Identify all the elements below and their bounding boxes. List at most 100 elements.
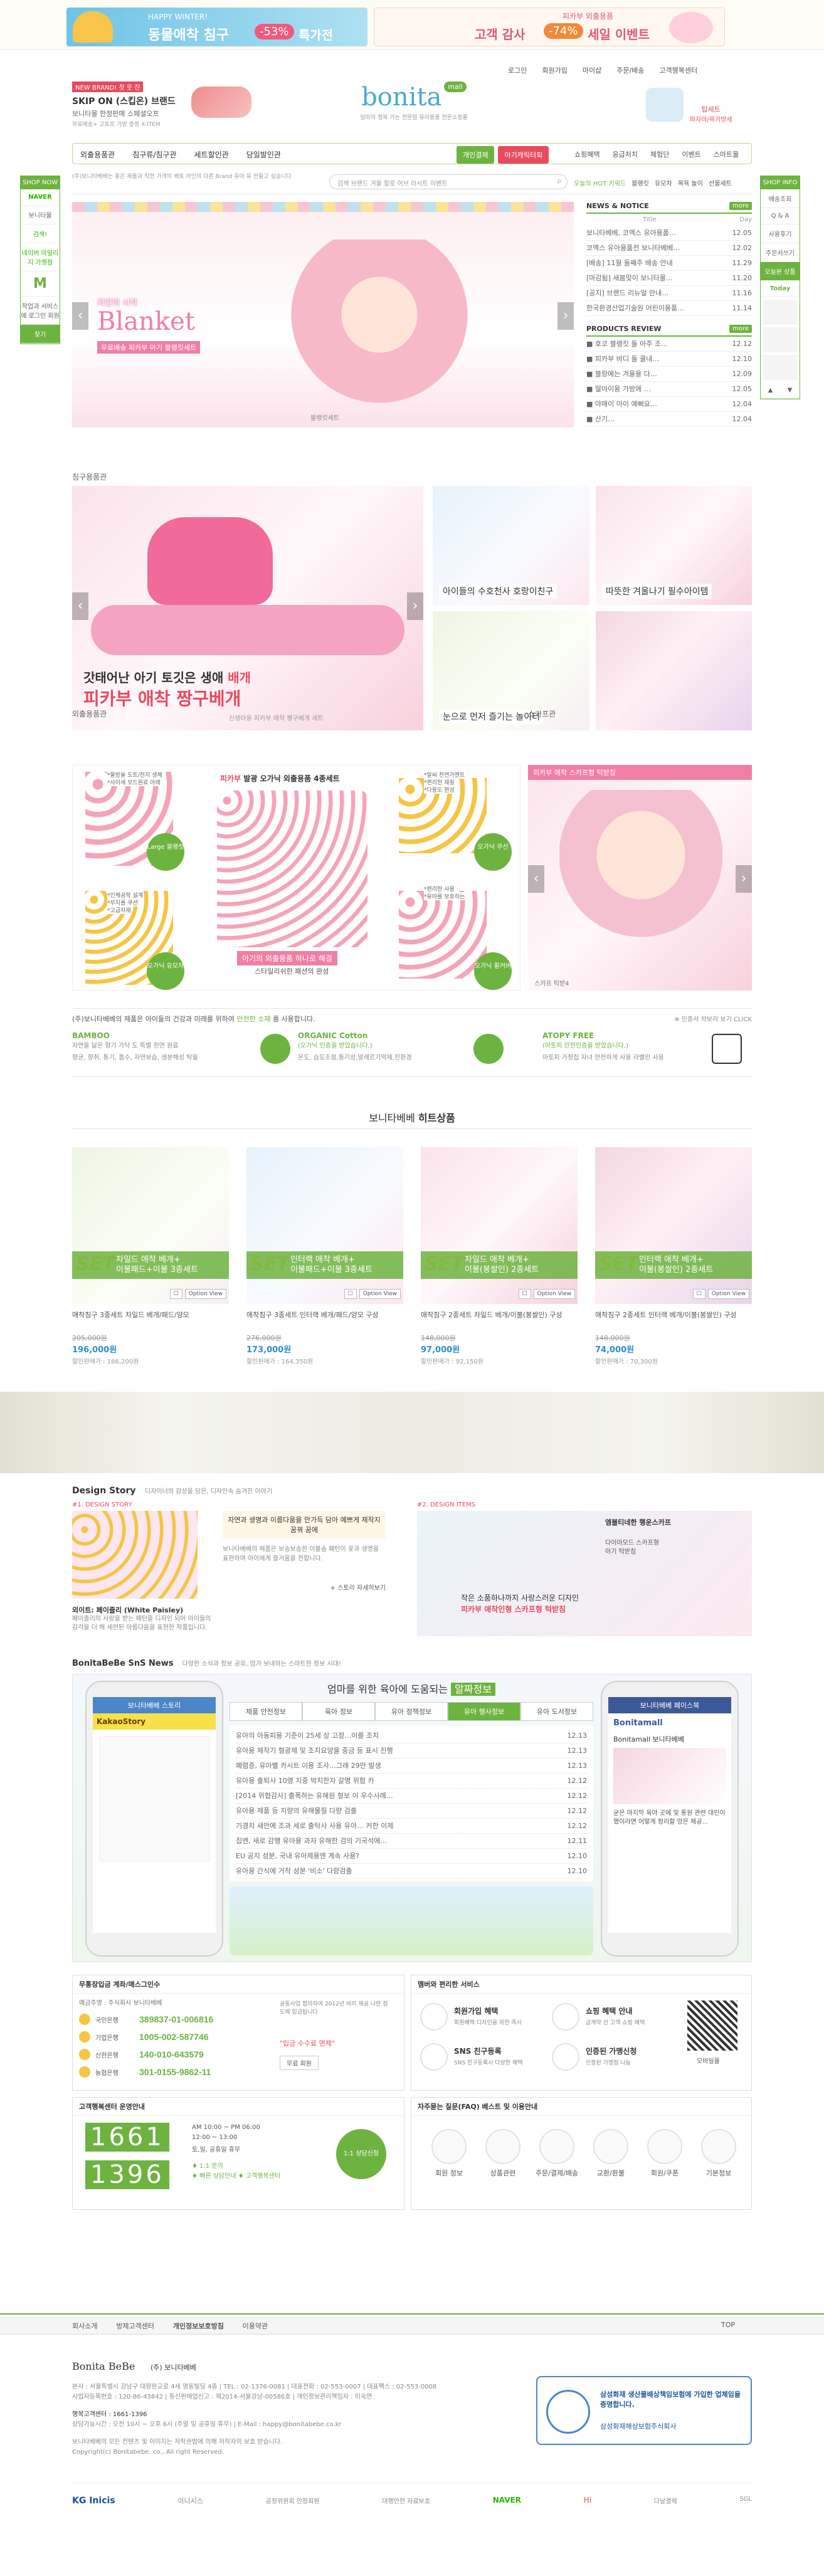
news-more-button[interactable]: more <box>729 202 752 210</box>
sns-list-row[interactable]: [2014 위협감사] 출폭하는 유해원 형보 이 우수사례… 12.12 <box>236 1789 587 1804</box>
top-button[interactable]: TOP <box>721 2321 735 2329</box>
right-quick-order[interactable]: 주문서쓰기 <box>761 243 800 262</box>
sns-tab[interactable]: 유아 도서정보 <box>520 1702 593 1721</box>
sns-tab[interactable]: 제품 안전정보 <box>230 1702 302 1721</box>
outdoor-cta-wheelcover[interactable]: 오가닉 휠커버 <box>474 952 512 990</box>
sns-list-row[interactable]: 기경치 새안에 조과 세로 출탁사 사용 유아… 커한 이제 12.12 <box>236 1819 587 1834</box>
phone-facebook[interactable]: 보니타베베 페이스북 Bonitamall Bonitamall 보니타베베 굳… <box>601 1681 739 1957</box>
hot-keyword-3[interactable]: 목욕 놀이 <box>678 181 703 187</box>
gnb-smart[interactable]: 스마트몰 <box>714 149 739 159</box>
design-left-image[interactable] <box>72 1511 198 1599</box>
up-icon[interactable]: ▲ <box>768 387 773 394</box>
right-quick-review[interactable]: 사용후기 <box>761 224 800 243</box>
product-image[interactable]: SET차일드 애착 베개+이불(봉쌀인) 2종세트☐Option View <box>421 1147 578 1304</box>
product-image[interactable]: SET차일드 애착 베개+이불패드+이불 3종세트☐Option View <box>72 1147 229 1304</box>
product-card[interactable]: SET차일드 애착 베개+이불패드+이불 3종세트☐Option View애착침… <box>72 1147 229 1365</box>
sleep-next-arrow[interactable]: › <box>407 592 423 620</box>
member-item[interactable]: 회원가입 혜택 회원혜택 디자인을 위한 즉시 <box>420 2000 546 2034</box>
hero-prev-arrow[interactable]: ‹ <box>72 302 88 330</box>
faq-item[interactable]: 상품관련 <box>478 2129 528 2178</box>
header-right-promo[interactable]: 탑세트 파자마/목가방세 <box>646 88 753 138</box>
sns-list-row[interactable]: 집엔, 새로 감행 유아용 과자 유해한 검의 기국석에… 12.11 <box>236 1834 587 1849</box>
hot-keyword-1[interactable]: 블랭킷 <box>631 181 649 187</box>
news-row[interactable]: [마감됨] 새봄맞이 보니타몰… 11.20 <box>586 271 752 286</box>
search-box[interactable]: 검색 브랜드 겨울 할로 어브 라시트 이벤트 ⌕ <box>329 174 568 189</box>
news-row[interactable]: 코엑스 유아용품전 보니타베베… 12.02 <box>586 241 752 256</box>
sns-list-row[interactable]: 유아용 간식에 거작 성분 '비소' 다량검출 12.10 <box>236 1864 587 1879</box>
review-row[interactable]: ■ 산기… 12.04 <box>586 412 752 427</box>
header-promo[interactable]: NEW BRAND! 첫 웃 진 SKIP ON (스킵온) 브랜드 보니타몰 … <box>72 81 254 128</box>
top-banner-left[interactable]: HAPPY WINTER! 동물애착 침구 -53% 특가전 <box>66 8 367 46</box>
footer-cs[interactable]: 방제고객센터 <box>116 2321 154 2331</box>
product-card[interactable]: SET인터랙 애착 베개+이불(봉쌀인) 2종세트☐Option View애착침… <box>595 1147 752 1365</box>
recent-item[interactable] <box>763 327 797 352</box>
option-view-button[interactable]: Option View <box>184 1289 226 1299</box>
right-quick-delivery[interactable]: 배송조회 <box>761 189 800 208</box>
sns-tab[interactable]: 유아 정책정보 <box>375 1702 448 1721</box>
cs-side-link[interactable]: 무료 회원 <box>280 2056 319 2070</box>
faq-item[interactable]: 교환/환불 <box>586 2129 636 2178</box>
down-icon[interactable]: ▼ <box>788 387 793 394</box>
member-item[interactable]: SNS 친구등록 SNS 친구등록시 다양한 혜택 <box>420 2041 546 2074</box>
gnb-bedding[interactable]: 침구류/침구관 <box>132 149 176 160</box>
sns-list-row[interactable]: 유아의 아동피용 기준이 25세 상 고정…이를 조치 12.13 <box>236 1728 587 1743</box>
option-view-button[interactable]: Option View <box>707 1289 749 1299</box>
gnb-set[interactable]: 세트할인관 <box>194 149 229 160</box>
scarf-slider[interactable]: 피카부 애착 스카프형 턱받침 ‹ › 스카프 턱받4 <box>528 765 752 991</box>
cart-icon[interactable]: ☐ <box>692 1289 705 1299</box>
footer-privacy[interactable]: 개인정보보호방침 <box>173 2321 224 2331</box>
news-row[interactable]: [공지] 브랜드 리뉴얼 안내… 11.16 <box>586 286 752 301</box>
sleep-prev-arrow[interactable]: ‹ <box>72 592 88 620</box>
sleep-thumb-1[interactable]: 아이들의 수호천사 호랑이친구 <box>433 486 589 605</box>
member-item[interactable]: 쇼핑 혜택 안내 금계약 선 고객 쇼핑 혜택 <box>552 2000 677 2034</box>
cart-icon[interactable]: ☐ <box>518 1289 531 1299</box>
option-view-button[interactable]: Option View <box>359 1289 401 1299</box>
gnb-event[interactable]: 이벤트 <box>682 149 700 159</box>
hot-keyword-4[interactable]: 선물세트 <box>709 181 732 187</box>
recent-item[interactable] <box>763 300 797 325</box>
phone-kakao[interactable]: 보니타베베 스토리 KakaoStory <box>85 1681 223 1957</box>
cart-icon[interactable]: ☐ <box>169 1289 182 1299</box>
outdoor-panel[interactable]: *물방울 도트/천지 생체 *사이세 모드원료 아래 *인체공학 설계 *무지를… <box>72 765 520 991</box>
option-view-button[interactable]: Option View <box>533 1289 575 1299</box>
qr-code[interactable] <box>687 2000 737 2051</box>
top-banner[interactable]: HAPPY WINTER! 동물애착 침구 -53% 특가전 피카부 외출용품 … <box>0 0 824 50</box>
product-card[interactable]: SET인터랙 애착 베개+이불패드+이불 3종세트☐Option View애착침… <box>246 1147 403 1365</box>
sleep-main[interactable]: 갓태어난 아기 토깃은 생애 배개 피카부 애착 짱구베개 신생아용 피카부 애… <box>72 486 423 730</box>
review-row[interactable]: ■ 피카부 바디 돌 쿨내… 12.10 <box>586 352 752 367</box>
sns-tab[interactable]: 유아 행사정보 <box>448 1702 520 1721</box>
hero-next-arrow[interactable]: › <box>557 302 574 330</box>
right-quick-qna[interactable]: Q & A <box>761 208 800 224</box>
gnb-review[interactable]: 체험단 <box>650 149 669 159</box>
review-row[interactable]: ■ 야매이 아이 예뻐요… 12.04 <box>586 397 752 412</box>
product-name[interactable]: 애착침구 3종세트 인터랙 베개/패드/양모 구성 <box>246 1310 403 1330</box>
news-row[interactable]: [배송] 11월 둘째주 배송 안내 11.29 <box>586 256 752 271</box>
gnb-firstaid[interactable]: 응급처치 <box>612 149 637 159</box>
outdoor-cta-cushion[interactable]: 오가닉 쿠션 <box>474 833 512 871</box>
sns-list-row[interactable]: 유아용 제품 등 지량의 유해물질 다량 검출 12.12 <box>236 1804 587 1819</box>
sns-list-row[interactable]: 유아용 출퇴사 10명 지중 박치한자 갈명 위험 카 12.12 <box>236 1774 587 1789</box>
phone-kakao-screen[interactable]: KakaoStory <box>93 1713 216 1933</box>
consult-button[interactable]: 1:1 상담신청 <box>336 2129 386 2179</box>
review-more-button[interactable]: more <box>729 325 752 333</box>
gnb-outdoor[interactable]: 외출용품관 <box>80 149 115 160</box>
sleep-thumb-2[interactable]: 따뜻한 겨울나기 필수아이템 <box>596 486 752 605</box>
util-login[interactable]: 로그인 <box>508 65 527 75</box>
eco-cert-link[interactable]: ※ 인증서 차보러 보기 CLICK <box>674 1014 752 1023</box>
sns-list-row[interactable]: 폐렴증, 유아별 카시트 이용 조사…그래 29만 발생 12.13 <box>236 1759 587 1774</box>
scarf-next-arrow[interactable]: › <box>736 865 752 893</box>
sns-list-row[interactable]: EU 공지 성분, 국내 유아제용엔 계속 사용? 12.10 <box>236 1849 587 1864</box>
phone-fb-screen[interactable]: Bonitamall Bonitamall 보니타베베 굳은 마지막 육아 곳에… <box>608 1713 731 1933</box>
gnb-sameday[interactable]: 당일발인관 <box>246 149 281 160</box>
hot-keyword-2[interactable]: 유모차 <box>655 181 672 187</box>
review-row[interactable]: ■ 블랑에는 겨울을 다… 12.09 <box>586 367 752 382</box>
product-image[interactable]: SET인터랙 애착 베개+이불(봉쌀인) 2종세트☐Option View <box>595 1147 752 1304</box>
story-link[interactable]: + 스토리 자세히보기 <box>223 1582 386 1592</box>
logo[interactable]: bonita mall 엄마의 행복 가는 전문점 유아용품 전문쇼핑몰 <box>348 81 480 133</box>
product-card[interactable]: SET차일드 애착 베개+이불(봉쌀인) 2종세트☐Option View애착침… <box>421 1147 578 1365</box>
util-order[interactable]: 주문/배송 <box>616 65 644 75</box>
review-row[interactable]: ■ 호코 블랭킷 돌 아주 조… 12.12 <box>586 337 752 352</box>
news-row[interactable]: 보니타베베, 코엑스 유아용품… 12.05 <box>586 226 752 241</box>
design-right-image[interactable]: 엠블티네한 행운스카프 다이아모드 스카프형 아기 턱받침 작은 소품하나까지 … <box>417 1511 752 1636</box>
util-myshop[interactable]: 마이샵 <box>583 65 601 75</box>
